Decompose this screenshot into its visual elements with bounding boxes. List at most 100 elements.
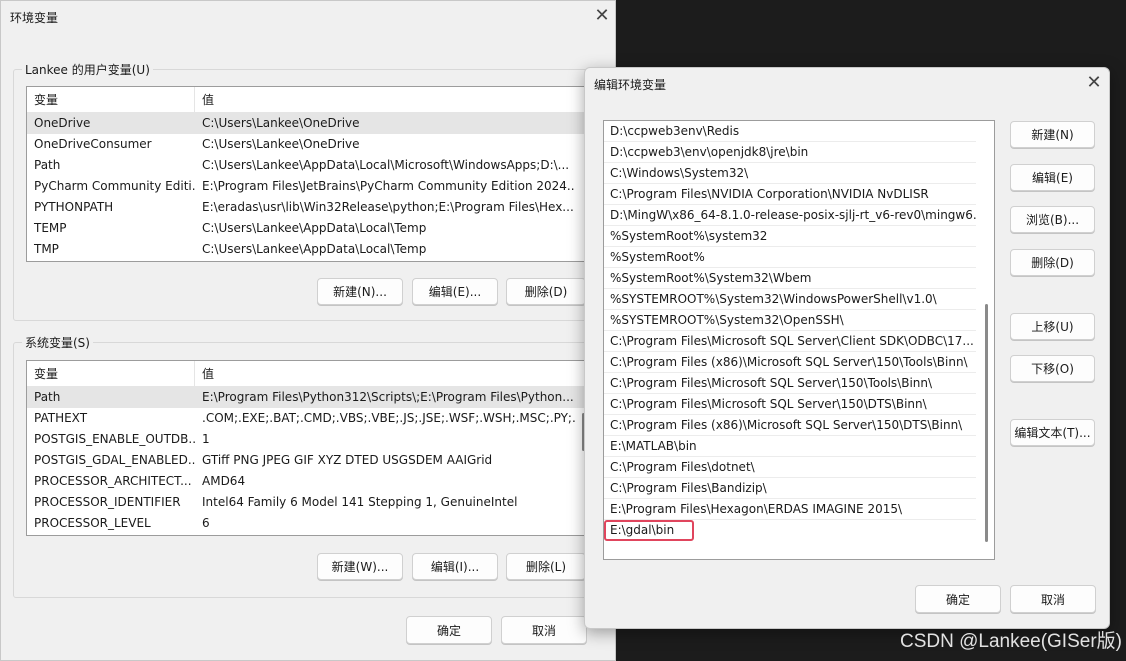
variable-value: C:\Users\Lankee\OneDrive [202,137,360,151]
variable-name: PROCESSOR_IDENTIFIER [34,495,181,509]
table-row[interactable]: PYTHONPATH E:\eradas\usr\lib\Win32Release… [27,197,585,218]
list-header: 变量 值 [27,87,585,113]
variable-value: E:\eradas\usr\lib\Win32Release\python;E:… [202,200,574,214]
edit-button[interactable]: 编辑(E) [1010,164,1095,191]
col-value[interactable]: 值 [195,361,575,386]
path-item[interactable]: D:\MingW\x86_64-8.1.0-release-posix-sjlj… [604,205,976,226]
col-variable[interactable]: 变量 [27,361,195,386]
variable-value: E:\Program Files\JetBrains\PyCharm Commu… [202,179,575,193]
variable-name: PROCESSOR_ARCHITECT... [34,474,192,488]
table-row[interactable]: PyCharm Community Editi... E:\Program Fil… [27,176,585,197]
path-item[interactable]: %SystemRoot%\system32 [604,226,976,247]
path-item[interactable]: D:\ccpweb3env\Redis [604,121,976,142]
path-item[interactable]: C:\Program Files\NVIDIA Corporation\NVID… [604,184,976,205]
system-vars-group-title: 系统变量(S) [22,334,93,351]
path-item[interactable]: %SYSTEMROOT%\System32\OpenSSH\ [604,310,976,331]
new-button[interactable]: 新建(N) [1010,121,1095,148]
variable-name: PYTHONPATH [34,200,114,214]
path-item[interactable]: E:\Program Files\Hexagon\ERDAS IMAGINE 2… [604,499,976,520]
variable-name: OneDriveConsumer [34,137,152,151]
variable-value: .COM;.EXE;.BAT;.CMD;.VBS;.VBE;.JS;.JSE;.… [202,411,575,425]
edit-env-var-dialog: 编辑环境变量 ✕ D:\ccpweb3env\Redis D:\ccpweb3\e… [584,67,1110,629]
table-row[interactable]: PROCESSOR_LEVEL 6 [27,513,585,534]
variable-value: 1 [202,432,210,446]
path-item[interactable]: C:\Program Files\Microsoft SQL Server\15… [604,394,976,415]
variable-name: OneDrive [34,116,91,130]
table-row[interactable]: POSTGIS_ENABLE_OUTDB... 1 [27,429,585,450]
move-down-button[interactable]: 下移(O) [1010,355,1095,382]
path-item[interactable]: C:\Program Files\dotnet\ [604,457,976,478]
table-row[interactable]: PROCESSOR_ARCHITECT... AMD64 [27,471,585,492]
system-vars-list[interactable]: 变量 值 Path E:\Program Files\Python312\Scri… [26,360,586,536]
variable-name: TMP [34,242,59,256]
system-delete-button[interactable]: 删除(L) [506,553,586,580]
variable-value: C:\Users\Lankee\AppData\Local\Temp [202,221,427,235]
user-delete-button[interactable]: 删除(D) [506,278,586,305]
user-edit-button[interactable]: 编辑(E)... [412,278,498,305]
variable-value: AMD64 [202,474,246,488]
variable-value: C:\Users\Lankee\OneDrive [202,116,360,130]
table-row[interactable]: OneDrive C:\Users\Lankee\OneDrive [27,113,585,134]
cancel-button[interactable]: 取消 [501,616,587,644]
col-value[interactable]: 值 [195,87,575,112]
edit-titlebar: 编辑环境变量 [585,68,1109,100]
user-new-button[interactable]: 新建(N)... [317,278,403,305]
variable-name: POSTGIS_ENABLE_OUTDB... [34,432,195,446]
path-item[interactable]: C:\Program Files (x86)\Microsoft SQL Ser… [604,415,976,436]
variable-name: PyCharm Community Editi... [34,179,195,193]
system-edit-button[interactable]: 编辑(I)... [412,553,498,580]
path-item[interactable]: %SystemRoot%\System32\Wbem [604,268,976,289]
path-item[interactable]: %SystemRoot% [604,247,976,268]
dialog-title: 编辑环境变量 [594,77,667,92]
variable-name: PATHEXT [34,411,88,425]
variable-value: GTiff PNG JPEG GIF XYZ DTED USGSDEM AAIG… [202,453,493,467]
env-vars-titlebar: 环境变量 [1,1,615,33]
ok-button[interactable]: 确定 [915,585,1001,613]
user-vars-group-title: Lankee 的用户变量(U) [22,61,153,78]
close-icon[interactable]: ✕ [592,7,612,27]
path-item[interactable]: C:\Program Files\Bandizip\ [604,478,976,499]
path-item[interactable]: C:\Program Files (x86)\Microsoft SQL Ser… [604,352,976,373]
close-icon[interactable]: ✕ [1084,74,1104,94]
ok-button[interactable]: 确定 [406,616,492,644]
path-item[interactable]: E:\MATLAB\bin [604,436,976,457]
scrollbar[interactable] [985,304,988,542]
variable-value: 6 [202,516,210,530]
table-row[interactable]: TMP C:\Users\Lankee\AppData\Local\Temp [27,239,585,260]
col-variable[interactable]: 变量 [27,87,195,112]
variable-value: E:\Program Files\Python312\Scripts\;E:\P… [202,390,574,404]
path-item-selected[interactable]: E:\gdal\bin [604,520,694,541]
variable-name: PROCESSOR_LEVEL [34,516,151,530]
path-item[interactable]: C:\Program Files\Microsoft SQL Server\Cl… [604,331,976,352]
variable-name: Path [34,158,61,172]
user-vars-list[interactable]: 变量 值 OneDrive C:\Users\Lankee\OneDrive One… [26,86,586,262]
move-up-button[interactable]: 上移(U) [1010,313,1095,340]
table-row[interactable]: PATHEXT .COM;.EXE;.BAT;.CMD;.VBS;.VBE;.JS… [27,408,585,429]
variable-value: Intel64 Family 6 Model 141 Stepping 1, G… [202,495,518,509]
variable-name: Path [34,390,61,404]
delete-button[interactable]: 删除(D) [1010,249,1095,276]
edit-text-button[interactable]: 编辑文本(T)... [1010,419,1095,446]
env-vars-dialog: 环境变量 ✕ Lankee 的用户变量(U) 变量 值 OneDrive C:\U… [0,0,616,661]
table-row[interactable]: TEMP C:\Users\Lankee\AppData\Local\Temp [27,218,585,239]
watermark: CSDN @Lankee(GISer版) [899,631,1122,652]
variable-name: POSTGIS_GDAL_ENABLED... [34,453,195,467]
table-row[interactable]: Path E:\Program Files\Python312\Scripts\;… [27,387,585,408]
variable-value: C:\Users\Lankee\AppData\Local\Temp [202,242,427,256]
cancel-button[interactable]: 取消 [1010,585,1096,613]
path-item[interactable]: D:\ccpweb3\env\openjdk8\jre\bin [604,142,976,163]
browse-button[interactable]: 浏览(B)... [1010,206,1095,233]
path-list[interactable]: D:\ccpweb3env\Redis D:\ccpweb3\env\openjd… [603,120,995,560]
dialog-title: 环境变量 [10,10,59,25]
path-item[interactable]: %SYSTEMROOT%\System32\WindowsPowerShell\… [604,289,976,310]
table-row[interactable]: Path C:\Users\Lankee\AppData\Local\Micros… [27,155,585,176]
table-row[interactable]: PROCESSOR_IDENTIFIER Intel64 Family 6 Mod… [27,492,585,513]
list-header: 变量 值 [27,361,585,387]
path-item[interactable]: C:\Program Files\Microsoft SQL Server\15… [604,373,976,394]
variable-name: TEMP [34,221,67,235]
variable-value: C:\Users\Lankee\AppData\Local\Microsoft\… [202,158,570,172]
table-row[interactable]: OneDriveConsumer C:\Users\Lankee\OneDrive [27,134,585,155]
path-item[interactable]: C:\Windows\System32\ [604,163,976,184]
table-row[interactable]: POSTGIS_GDAL_ENABLED... GTiff PNG JPEG GI… [27,450,585,471]
system-new-button[interactable]: 新建(W)... [317,553,403,580]
